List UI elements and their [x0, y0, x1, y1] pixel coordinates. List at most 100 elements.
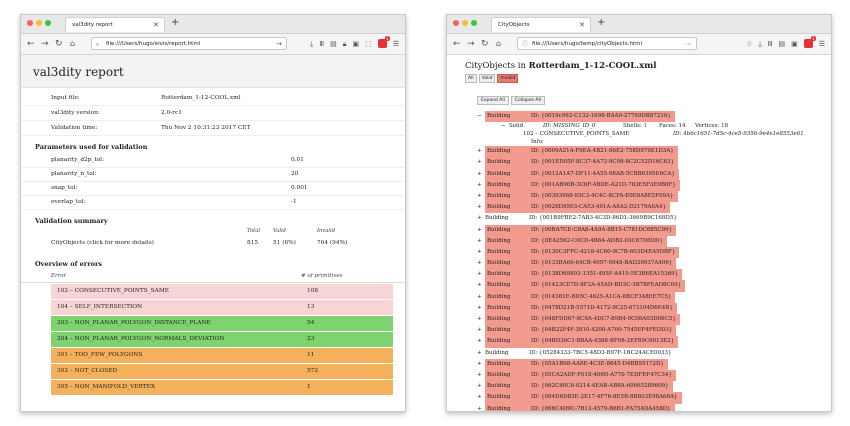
download-icon[interactable]: ⤓: [310, 37, 313, 51]
sidebar-icon[interactable]: ▤: [330, 37, 337, 51]
address-bar[interactable]: ⌕ file:///Users/hugo/elvis/report.html →: [91, 37, 287, 50]
list-item[interactable]: + Building ID: {0012A1A7-DF11-4A55-98AB-5C…: [477, 168, 831, 180]
expand-icon[interactable]: +: [477, 336, 485, 347]
expand-icon[interactable]: +: [477, 236, 485, 247]
list-item[interactable]: + Building ID: {05A1B68-AA8E-4C3E-8645-D4B…: [477, 358, 831, 370]
browser-tab[interactable]: CityObjects ✕: [491, 17, 591, 32]
list-item[interactable]: + Building ID: {064D6D83E-2E17-4F76-8E5B-8…: [477, 392, 831, 404]
cityobjects-link[interactable]: CityObjects (click for more details): [51, 237, 247, 249]
error-count: 1: [307, 384, 311, 390]
home-icon[interactable]: ⌂: [70, 37, 75, 51]
forward-icon[interactable]: →: [467, 37, 475, 51]
list-item[interactable]: + Building ID: {066C4D9C-7B13-4579-B6B1-FA…: [477, 403, 831, 412]
collapse-all-button[interactable]: Collapse All: [510, 96, 545, 105]
search-icon: ⌕: [96, 41, 100, 48]
list-item[interactable]: + Building ID: {0133BA66-64CB-4097-9948-BA…: [477, 258, 831, 270]
expand-icon[interactable]: +: [477, 404, 485, 412]
list-item[interactable]: − Building ID: {0019c992-C132-1698-BAA9-…: [477, 111, 831, 123]
screenshot-icon[interactable]: ⬚: [365, 37, 372, 51]
expand-icon[interactable]: +: [477, 202, 485, 213]
home-icon[interactable]: ⌂: [496, 37, 501, 51]
expand-icon[interactable]: +: [477, 180, 485, 191]
maximize-window-icon[interactable]: [45, 20, 51, 26]
filter-all-button[interactable]: All: [465, 74, 477, 83]
library-icon[interactable]: Ⅲ: [768, 37, 773, 51]
back-icon[interactable]: ←: [453, 37, 461, 51]
extension-icon[interactable]: 1: [377, 36, 390, 48]
reader-icon[interactable]: ▣: [352, 37, 359, 51]
expand-icon[interactable]: +: [477, 191, 485, 202]
solid-row: − Solid ID: MISSING_ID_0 Shells: 1 Faces…: [501, 122, 831, 130]
expand-icon[interactable]: +: [477, 370, 485, 381]
address-bar[interactable]: ⓘ file:///Users/hugo/temp/cityObjects.ht…: [517, 37, 697, 50]
expand-icon[interactable]: +: [477, 213, 485, 224]
expand-icon[interactable]: +: [477, 303, 485, 314]
list-item[interactable]: + Building ID: {0130C3FFC-4218-4C60-9C7B-6…: [477, 246, 831, 259]
forward-icon[interactable]: →: [41, 37, 49, 51]
new-tab-icon[interactable]: +: [171, 17, 179, 28]
browser-tab[interactable]: val3dity report ✕: [65, 17, 165, 32]
expand-icon[interactable]: +: [477, 381, 485, 392]
list-item[interactable]: + Building ID: {0009A21A-F9EA-4B21-86E2-75…: [477, 146, 831, 158]
list-item[interactable]: + Building ID: {01423CE7D-8F2A-45AD-BD3C-5…: [477, 280, 831, 292]
menu-icon[interactable]: ☰: [819, 37, 825, 51]
expand-icon[interactable]: +: [477, 348, 485, 359]
lock-icon[interactable]: 🔒︎: [343, 37, 347, 51]
list-item[interactable]: + Building ID: {05CA2ADF-F018-406D-A770-7E…: [477, 369, 831, 382]
library-icon[interactable]: Ⅲ: [319, 37, 324, 51]
reload-icon[interactable]: ↻: [481, 37, 489, 51]
filter-valid-button[interactable]: Valid: [478, 74, 496, 83]
expand-icon[interactable]: +: [477, 359, 485, 370]
expand-icon[interactable]: +: [477, 269, 485, 280]
collapse-icon[interactable]: −: [501, 122, 509, 130]
list-item[interactable]: + Building ID: {04BD36C1-B8AA-4388-BF08-2E…: [477, 336, 831, 348]
list-item[interactable]: + Building ID: {014381E-8D5C-4625-A1CA-8BC…: [477, 291, 831, 303]
close-tab-icon[interactable]: ✕: [153, 18, 159, 33]
list-item[interactable]: + Building ID: {0478D21B-5571D-4172-9C25-6…: [477, 302, 831, 314]
expand-icon[interactable]: +: [477, 157, 485, 168]
expand-all-button[interactable]: Expand All: [477, 96, 509, 105]
expand-icon[interactable]: +: [477, 258, 485, 269]
list-item[interactable]: + Building ID: {0EA2562-C0CD-4B64-ADB2-03C…: [477, 235, 831, 247]
menu-icon[interactable]: ☰: [393, 37, 399, 51]
minimize-window-icon[interactable]: [462, 20, 468, 26]
list-item[interactable]: + Building ID: {00BA7CE-C8A8-4A9A-8B15-C78…: [477, 224, 831, 236]
go-icon[interactable]: →: [276, 38, 282, 51]
reader-icon[interactable]: ▣: [791, 37, 798, 51]
expand-icon[interactable]: +: [477, 292, 485, 303]
bookmark-star-icon[interactable]: ☆: [746, 37, 752, 51]
collapse-icon[interactable]: −: [477, 111, 485, 122]
list-item[interactable]: + Building ID: {001ED05F-8C37-4A72-9C98-8C…: [477, 157, 831, 169]
expand-icon[interactable]: +: [477, 146, 485, 157]
list-item[interactable]: + Building ID: {001B9FBE2-7AB3-4C3D-86D1-3…: [477, 213, 831, 224]
extension-icon[interactable]: 1: [803, 36, 816, 48]
minimize-window-icon[interactable]: [36, 20, 42, 26]
expand-icon[interactable]: +: [477, 392, 485, 403]
expand-icon[interactable]: +: [477, 247, 485, 258]
maximize-window-icon[interactable]: [471, 20, 477, 26]
list-item[interactable]: + Building ID: {062C60C6-0214-4EAB-AB8A-60…: [477, 381, 831, 393]
close-window-icon[interactable]: [453, 20, 459, 26]
reload-icon[interactable]: ↻: [55, 37, 63, 51]
list-item[interactable]: + Building ID: {00393968-93C3-4C4C-8CFA-E0…: [477, 190, 831, 203]
object-type: Building: [485, 111, 527, 123]
new-tab-icon[interactable]: +: [597, 17, 605, 28]
close-tab-icon[interactable]: ✕: [579, 18, 585, 33]
expand-icon[interactable]: +: [477, 225, 485, 236]
more-icon[interactable]: ⋯: [685, 38, 692, 51]
expand-icon[interactable]: +: [477, 169, 485, 180]
sidebar-icon[interactable]: ▤: [778, 37, 785, 51]
download-icon[interactable]: ⤓: [759, 37, 762, 51]
expand-icon[interactable]: +: [477, 280, 485, 291]
back-icon[interactable]: ←: [27, 37, 35, 51]
list-item[interactable]: + Building ID: {0026D9503-CA53-401A-A8A2-D…: [477, 202, 831, 214]
list-item[interactable]: + Building ID: {04B22F4F-3910-4200-A700-75…: [477, 325, 831, 337]
expand-icon[interactable]: +: [477, 325, 485, 336]
list-item[interactable]: + Building ID: {048FDD67-8C9A-4DC7-89B4-9C…: [477, 314, 831, 326]
filter-invalid-button[interactable]: Invalid: [497, 74, 519, 83]
expand-icon[interactable]: +: [477, 314, 485, 325]
list-item[interactable]: + Building ID: {05284333-7BC5-48D3-B97F-1B…: [477, 348, 831, 359]
close-window-icon[interactable]: [27, 20, 33, 26]
list-item[interactable]: + Building ID: {0138D69893-1351-495F-A419-…: [477, 269, 831, 281]
list-item[interactable]: + Building ID: {001AB96B-3C6F-4BDE-A21D-76…: [477, 179, 831, 191]
